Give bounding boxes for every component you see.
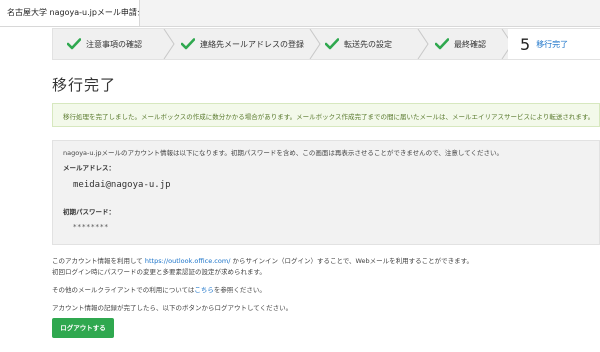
browser-tab[interactable]: 名古屋大学 nagoya-u.jpメール申請システム: [0, 0, 140, 26]
account-info-card: nagoya-u.jpメールのアカウント情報は以下になります。初期パスワードを含…: [52, 140, 600, 245]
account-intro: nagoya-u.jpメールのアカウント情報は以下になります。初期パスワードを含…: [63, 149, 504, 157]
step-label: 移行完了: [536, 39, 569, 49]
step-label: 注意事項の確認: [86, 39, 142, 49]
step-label: 転送先の設定: [344, 39, 392, 49]
check-icon: [67, 38, 81, 50]
step-label: 連絡先メールアドレスの登録: [200, 39, 304, 49]
logout-button[interactable]: ログアウトする: [52, 318, 114, 338]
logout-instruction: アカウント情報の記録が完了したら、以下のボタンからログアウトしてください。: [52, 304, 293, 312]
email-value: meidai@nagoya-u.jp: [73, 180, 171, 190]
step-5-current: 5 移行完了: [508, 29, 600, 59]
progress-steps: 注意事項の確認 連絡先メールアドレスの登録 転送先の設定 最終確認 5 移行完了: [52, 28, 600, 60]
first-login-note: 初回ログイン時にパスワードの変更と多要素認証の設定が求められます。: [52, 268, 266, 276]
step-2: 連絡先メールアドレスの登録: [181, 29, 304, 59]
check-icon: [435, 38, 449, 50]
tab-bar: 名古屋大学 nagoya-u.jpメール申請システム: [0, 0, 600, 27]
other-client-line: その他のメールクライアントでの利用についてはこちらを参照ください。: [52, 286, 266, 294]
step-label: 最終確認: [454, 39, 486, 49]
success-notice: 移行処理を完了しました。メールボックスの作成に数分かかる場合があります。メールボ…: [52, 103, 600, 127]
step-separator: [163, 29, 175, 59]
check-icon: [181, 38, 195, 50]
password-value: ********: [73, 223, 109, 231]
other-client-link[interactable]: こちら: [194, 286, 214, 294]
step-4: 最終確認: [435, 29, 486, 59]
outlook-link[interactable]: https://outlook.office.com/: [145, 257, 231, 265]
step-number: 5: [520, 34, 531, 54]
step-3: 転送先の設定: [325, 29, 392, 59]
step-separator: [417, 29, 429, 59]
webmail-info-line: このアカウント情報を利用して https://outlook.office.co…: [52, 257, 474, 265]
check-icon: [325, 38, 339, 50]
email-label: メールアドレス：: [63, 164, 115, 172]
password-label: 初期パスワード：: [63, 208, 115, 216]
page-title: 移行完了: [52, 76, 117, 94]
step-1: 注意事項の確認: [67, 29, 142, 59]
step-separator: [309, 29, 321, 59]
